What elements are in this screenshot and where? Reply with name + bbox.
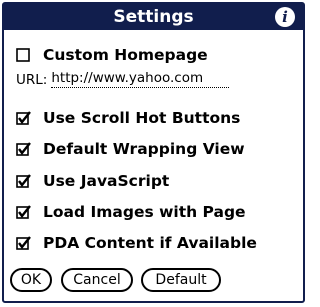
url-field-row: URL: http://www.yahoo.com: [16, 70, 230, 88]
custom-homepage-label: Custom Homepage: [43, 46, 208, 64]
option-label: Use Scroll Hot Buttons: [43, 109, 241, 127]
option-use-javascript[interactable]: Use JavaScript: [16, 170, 169, 192]
option-label: PDA Content if Available: [43, 234, 257, 252]
checkbox-unchecked-icon[interactable]: [16, 47, 31, 63]
title-bar: Settings i: [4, 4, 303, 30]
url-input[interactable]: http://www.yahoo.com: [51, 70, 230, 88]
info-icon[interactable]: i: [275, 7, 295, 27]
option-pda-content-if-available[interactable]: PDA Content if Available: [16, 232, 257, 254]
option-load-images-with-page[interactable]: Load Images with Page: [16, 201, 246, 223]
cancel-button[interactable]: Cancel: [61, 268, 133, 292]
checkbox-checked-icon[interactable]: [16, 110, 31, 126]
dialog-title: Settings: [113, 7, 194, 27]
checkbox-checked-icon[interactable]: [16, 141, 31, 157]
option-label: Use JavaScript: [43, 172, 170, 190]
option-default-wrapping-view[interactable]: Default Wrapping View: [16, 138, 245, 160]
option-label: Default Wrapping View: [43, 140, 245, 158]
settings-dialog: Settings i Custom Homepage URL: http://w…: [2, 2, 305, 303]
checkbox-checked-icon[interactable]: [16, 204, 31, 220]
custom-homepage-checkbox[interactable]: Custom Homepage: [16, 44, 208, 66]
default-button[interactable]: Default: [141, 268, 221, 292]
url-label: URL:: [16, 72, 48, 88]
ok-button[interactable]: OK: [10, 268, 52, 292]
checkbox-checked-icon[interactable]: [16, 235, 31, 251]
option-use-scroll-hot-buttons[interactable]: Use Scroll Hot Buttons: [16, 107, 240, 129]
checkbox-checked-icon[interactable]: [16, 173, 31, 189]
option-label: Load Images with Page: [43, 203, 246, 221]
